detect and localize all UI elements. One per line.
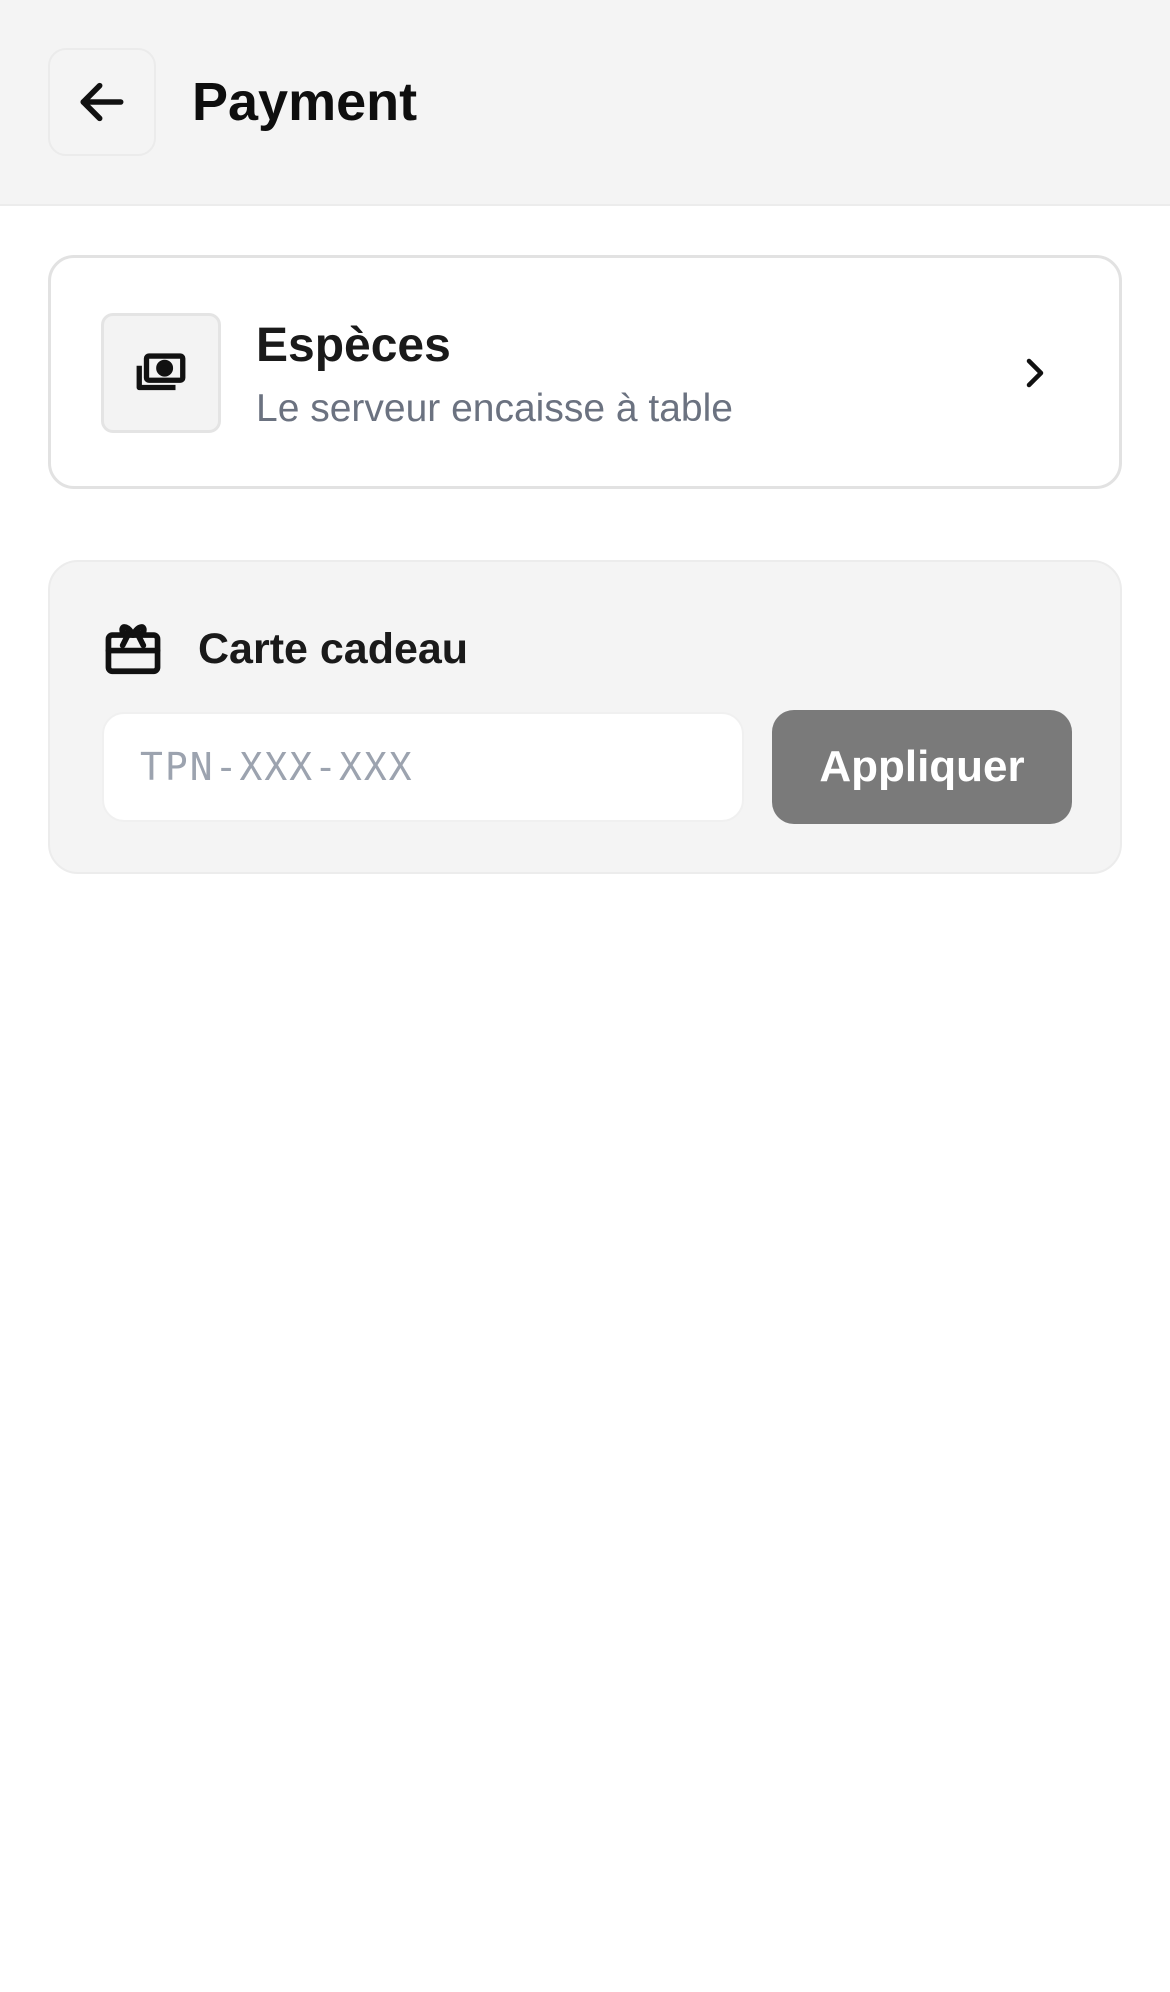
page-title: Payment [192,72,418,132]
app-header: Payment [0,0,1170,206]
gift-card-section: Carte cadeau Appliquer [48,560,1122,874]
back-button[interactable] [48,48,156,156]
cash-icon [136,353,186,391]
apply-button[interactable]: Appliquer [772,710,1072,824]
payment-method-cash[interactable]: Espèces Le serveur encaisse à table [48,255,1122,489]
gift-card-icon [105,624,161,675]
gift-card-code-input[interactable] [102,712,744,822]
gift-card-title: Carte cadeau [198,625,469,673]
payment-method-title: Espèces [256,319,451,372]
cash-icon-container [101,313,221,433]
chevron-right-icon [1015,353,1055,393]
arrow-left-icon [80,82,124,122]
payment-method-subtitle: Le serveur encaisse à table [256,387,733,430]
